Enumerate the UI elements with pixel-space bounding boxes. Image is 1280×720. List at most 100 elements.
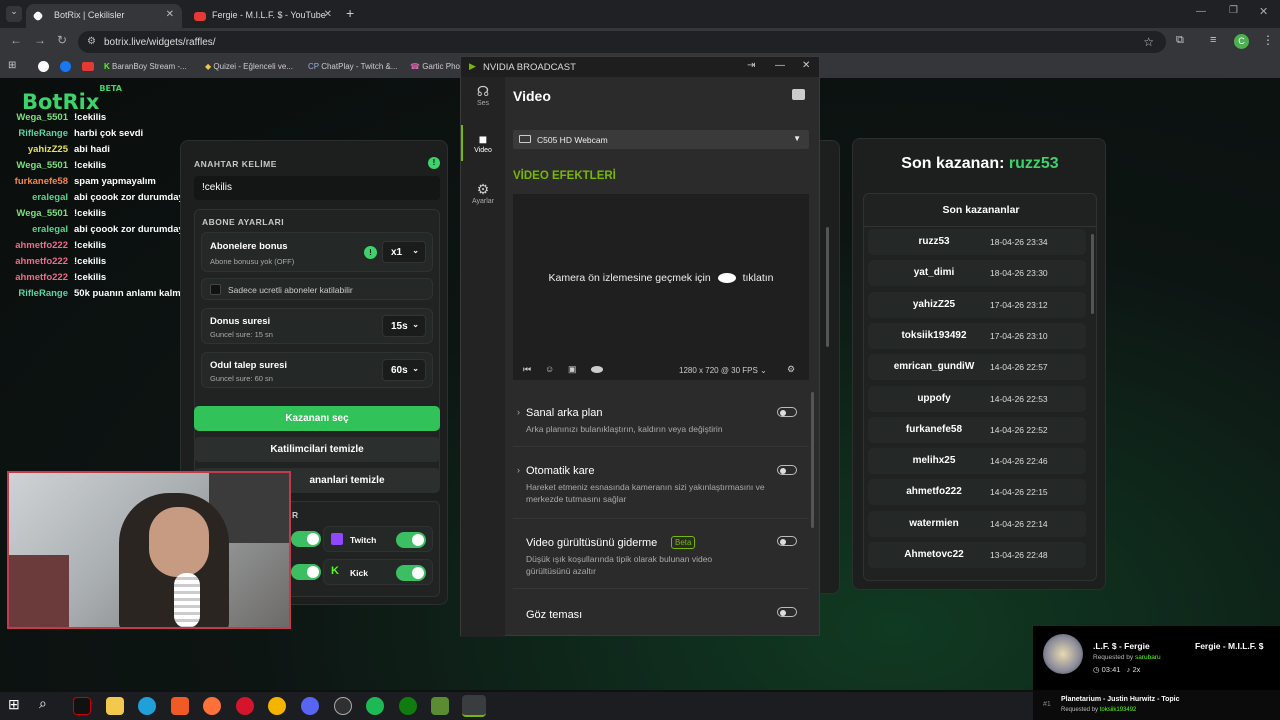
- eye-icon[interactable]: [591, 366, 603, 373]
- chevron-right-icon[interactable]: ›: [517, 407, 520, 417]
- claim-time-select[interactable]: 60s ⌄: [382, 359, 426, 381]
- twitch-toggle[interactable]: [396, 532, 426, 548]
- video-denoise-toggle[interactable]: [777, 536, 797, 546]
- split-view-icon[interactable]: ▣: [568, 364, 577, 375]
- winner-row: Ahmetovc22 13-04-26 22:48: [868, 542, 1086, 568]
- winner-name: toksiik193492: [901, 329, 967, 341]
- start-icon[interactable]: ⊞: [8, 696, 20, 713]
- winner-row: ahmetfo222 14-04-26 22:15: [868, 479, 1086, 506]
- chat-message: Wega_5501 !cekilis: [0, 208, 106, 219]
- sub-bonus-select[interactable]: x1 ⌄: [382, 241, 426, 263]
- eye-contact-toggle[interactable]: [777, 607, 797, 617]
- discord-icon[interactable]: [301, 697, 319, 715]
- star-icon[interactable]: ☆: [1143, 35, 1154, 49]
- camera-preview[interactable]: Kamera ön izlemesine geçmek için tıklatı…: [513, 194, 809, 380]
- google-icon[interactable]: [38, 61, 49, 72]
- resolution-select[interactable]: 1280 x 720 @ 30 FPS ⌄: [679, 366, 767, 375]
- chat-username: Wega_5501: [16, 208, 68, 219]
- restore-window-icon[interactable]: ❐: [1229, 5, 1238, 16]
- queue-widget: #1 Planetarium - Justin Hurwitz - Topic …: [1033, 690, 1280, 720]
- sign-in-icon[interactable]: ⇥: [747, 60, 755, 71]
- profile-avatar[interactable]: C: [1234, 34, 1249, 49]
- brave-icon[interactable]: [171, 697, 189, 715]
- clear-participants-button[interactable]: Katilimcilari temizle: [194, 437, 440, 462]
- sidebar-item-ayarlar[interactable]: ⚙ Ayarlar: [461, 181, 505, 205]
- auto-frame-toggle[interactable]: [777, 465, 797, 475]
- media-icon[interactable]: ≡: [1210, 34, 1216, 46]
- content-scrollbar[interactable]: [826, 227, 829, 347]
- bookmark-quizei[interactable]: ◆ Quizei - Eğlenceli ve...: [205, 62, 293, 71]
- minimize-window-icon[interactable]: —: [1196, 6, 1206, 17]
- minimize-icon[interactable]: —: [775, 60, 785, 71]
- opera-icon[interactable]: [236, 697, 254, 715]
- chrome-icon[interactable]: [268, 697, 286, 715]
- tab-search-button[interactable]: ⌄: [6, 6, 22, 22]
- people-icon[interactable]: ☺: [545, 364, 554, 374]
- feedback-icon[interactable]: [792, 89, 805, 100]
- paid-subs-only-row[interactable]: Sadece ucretli aboneler katilabilir: [201, 278, 433, 300]
- spotify-icon[interactable]: [366, 697, 384, 715]
- close-icon[interactable]: ✕: [802, 60, 810, 71]
- platform-toggle-1[interactable]: [291, 531, 321, 547]
- reload-icon[interactable]: ↻: [57, 33, 67, 47]
- facebook-icon[interactable]: [60, 61, 71, 72]
- edge-icon[interactable]: [138, 697, 156, 715]
- paid-subs-checkbox[interactable]: [210, 284, 221, 295]
- url-field[interactable]: ⚙ botrix.live/widgets/raffles/ ☆: [78, 31, 1166, 53]
- winner-name: watermien: [909, 517, 959, 529]
- winner-date: 18-04-26 23:34: [990, 237, 1048, 247]
- keyword-input[interactable]: !cekilis: [194, 176, 440, 200]
- firefox-icon[interactable]: [203, 697, 221, 715]
- taskbar: ⊞ ⌕: [0, 692, 1033, 720]
- virtual-background-toggle[interactable]: [777, 407, 797, 417]
- kick-toggle[interactable]: [396, 565, 426, 581]
- winner-row: ruzz53 18-04-26 23:34: [868, 229, 1086, 255]
- close-icon[interactable]: ✕: [324, 9, 332, 20]
- sidebar-item-ses[interactable]: ☊ Ses: [461, 83, 505, 107]
- obs-icon[interactable]: [334, 697, 352, 715]
- eye-icon: [717, 273, 736, 284]
- device-select[interactable]: C505 HD Webcam ▼: [513, 130, 809, 149]
- chevron-right-icon[interactable]: ›: [517, 465, 520, 475]
- minecraft-icon[interactable]: [431, 697, 449, 715]
- close-window-icon[interactable]: ✕: [1259, 5, 1268, 18]
- botrix-favicon-icon: [32, 10, 44, 22]
- skip-back-icon[interactable]: ⏮: [523, 364, 531, 375]
- forward-icon[interactable]: →: [34, 33, 46, 47]
- platform-toggle-2[interactable]: [291, 564, 321, 580]
- apps-icon[interactable]: ⊞: [8, 60, 16, 71]
- youtube-icon[interactable]: [82, 62, 94, 71]
- site-info-icon[interactable]: ⚙: [87, 36, 96, 47]
- bonus-time-select[interactable]: 15s ⌄: [382, 315, 426, 337]
- xbox-icon[interactable]: [399, 697, 417, 715]
- back-icon[interactable]: ←: [10, 33, 22, 47]
- tab-youtube[interactable]: Fergie - M.I.L.F. $ - YouTube ✕: [184, 4, 340, 28]
- search-icon[interactable]: ⌕: [39, 695, 47, 712]
- chevron-down-icon: ⌄: [412, 364, 419, 373]
- sidebar-item-video[interactable]: ■ Video: [461, 131, 505, 154]
- menu-icon[interactable]: ⋮: [1262, 33, 1274, 47]
- nvidia-broadcast-icon[interactable]: [462, 695, 486, 717]
- close-icon[interactable]: ✕: [166, 9, 174, 20]
- gartic-icon: ☎: [410, 62, 420, 71]
- pick-winner-button[interactable]: Kazananı seç: [194, 406, 440, 431]
- bookmark-baranboy[interactable]: K BaranBoy Stream -...: [104, 62, 187, 71]
- extensions-icon[interactable]: ⧉: [1176, 34, 1184, 47]
- bookmark-chatplay[interactable]: CP ChatPlay - Twitch &...: [308, 62, 398, 71]
- tab-title: BotRix | Cekilisler: [54, 10, 125, 20]
- scrollbar[interactable]: [1091, 234, 1094, 314]
- netflix-icon[interactable]: [73, 697, 91, 715]
- keyword-label: ANAHTAR KELİME: [194, 159, 277, 169]
- effects-scrollbar[interactable]: [811, 392, 814, 528]
- tab-botrix[interactable]: BotRix | Cekilisler ✕: [26, 4, 182, 28]
- camera-settings-icon[interactable]: ⚙: [787, 364, 795, 375]
- info-icon[interactable]: !: [428, 157, 440, 169]
- file-explorer-icon[interactable]: [106, 697, 124, 715]
- info-icon[interactable]: !: [364, 246, 377, 259]
- bookmark-gartic[interactable]: ☎ Gartic Pho: [410, 62, 460, 71]
- winner-name: uppofy: [917, 392, 951, 404]
- webcam-face: [149, 507, 209, 577]
- new-tab-button[interactable]: +: [346, 5, 354, 21]
- winner-row: toksiik193492 17-04-26 23:10: [868, 322, 1086, 349]
- queue-index: #1: [1043, 701, 1051, 708]
